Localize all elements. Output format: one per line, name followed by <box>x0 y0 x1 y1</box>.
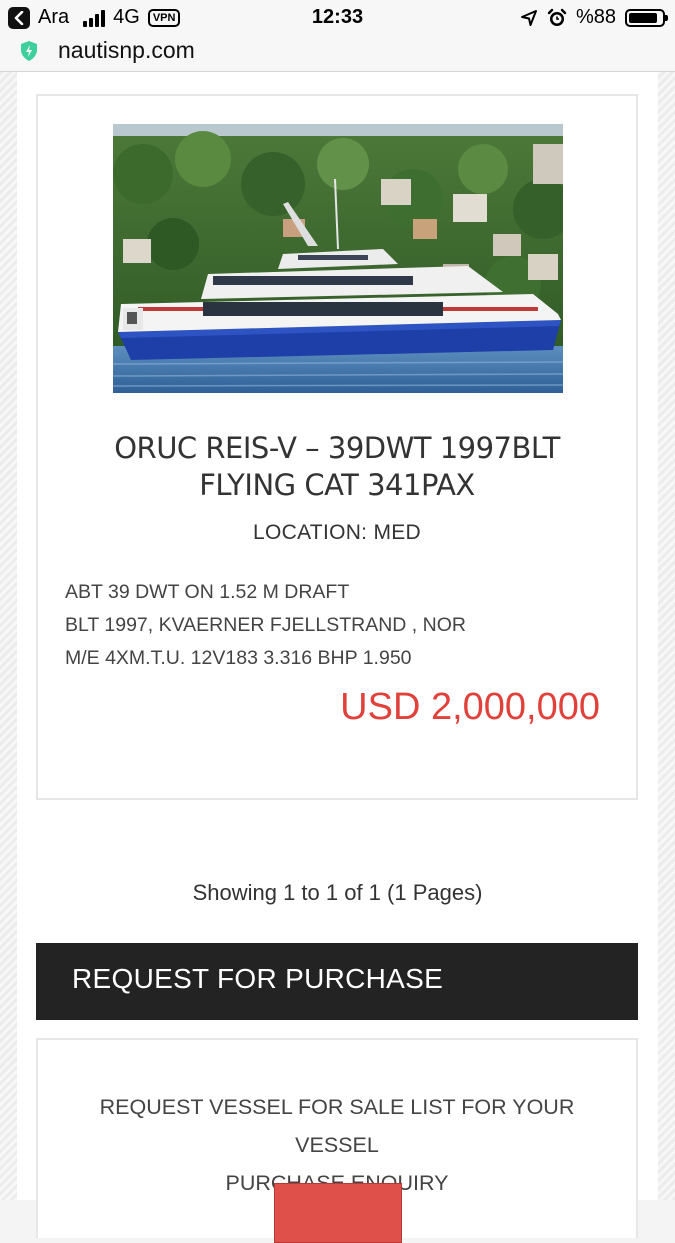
product-title[interactable]: ORUC REIS-V – 39DWT 1997BLT FLYING CAT 3… <box>48 430 626 504</box>
content-column: ORUC REIS-V – 39DWT 1997BLT FLYING CAT 3… <box>17 72 658 1243</box>
battery-icon <box>625 8 668 27</box>
request-button[interactable] <box>274 1183 402 1243</box>
url-text[interactable]: nautisnp.com <box>58 37 195 64</box>
product-price: USD 2,000,000 <box>340 686 600 728</box>
request-section-title: REQUEST FOR PURCHASE <box>72 963 444 994</box>
secure-shield-icon <box>21 41 37 61</box>
request-text-line-1: REQUEST VESSEL FOR SALE LIST FOR YOUR VE… <box>99 1095 575 1157</box>
spec-line: M/E 4XM.T.U. 12V183 3.316 BHP 1.950 <box>65 647 412 669</box>
pagination-summary: Showing 1 to 1 of 1 (1 Pages) <box>192 880 483 905</box>
battery-fill <box>629 12 658 23</box>
spec-line: ABT 39 DWT ON 1.52 M DRAFT <box>65 581 350 603</box>
page-background: ORUC REIS-V – 39DWT 1997BLT FLYING CAT 3… <box>0 72 675 1243</box>
request-card: REQUEST VESSEL FOR SALE LIST FOR YOUR VE… <box>36 1038 638 1243</box>
product-specs: ABT 39 DWT ON 1.52 M DRAFT BLT 1997, KVA… <box>65 576 466 675</box>
alarm-clock-icon <box>547 8 567 26</box>
location-arrow-icon <box>520 9 537 26</box>
battery-percentage: %88 <box>575 6 616 28</box>
product-title-line-2[interactable]: FLYING CAT 341PAX <box>199 468 475 502</box>
request-section-header: REQUEST FOR PURCHASE <box>36 943 638 1020</box>
product-card[interactable]: ORUC REIS-V – 39DWT 1997BLT FLYING CAT 3… <box>36 94 638 800</box>
product-location: LOCATION: MED <box>252 521 422 544</box>
address-bar[interactable]: nautisnp.com <box>0 36 675 72</box>
status-bar: Ara 4G VPN 12:33 %88 <box>0 0 675 36</box>
product-title-line-1[interactable]: ORUC REIS-V – 39DWT 1997BLT <box>114 431 560 465</box>
vessel-photo[interactable] <box>113 124 563 393</box>
spec-line: BLT 1997, KVAERNER FJELLSTRAND , NOR <box>65 614 466 636</box>
status-right: %88 <box>520 6 668 29</box>
